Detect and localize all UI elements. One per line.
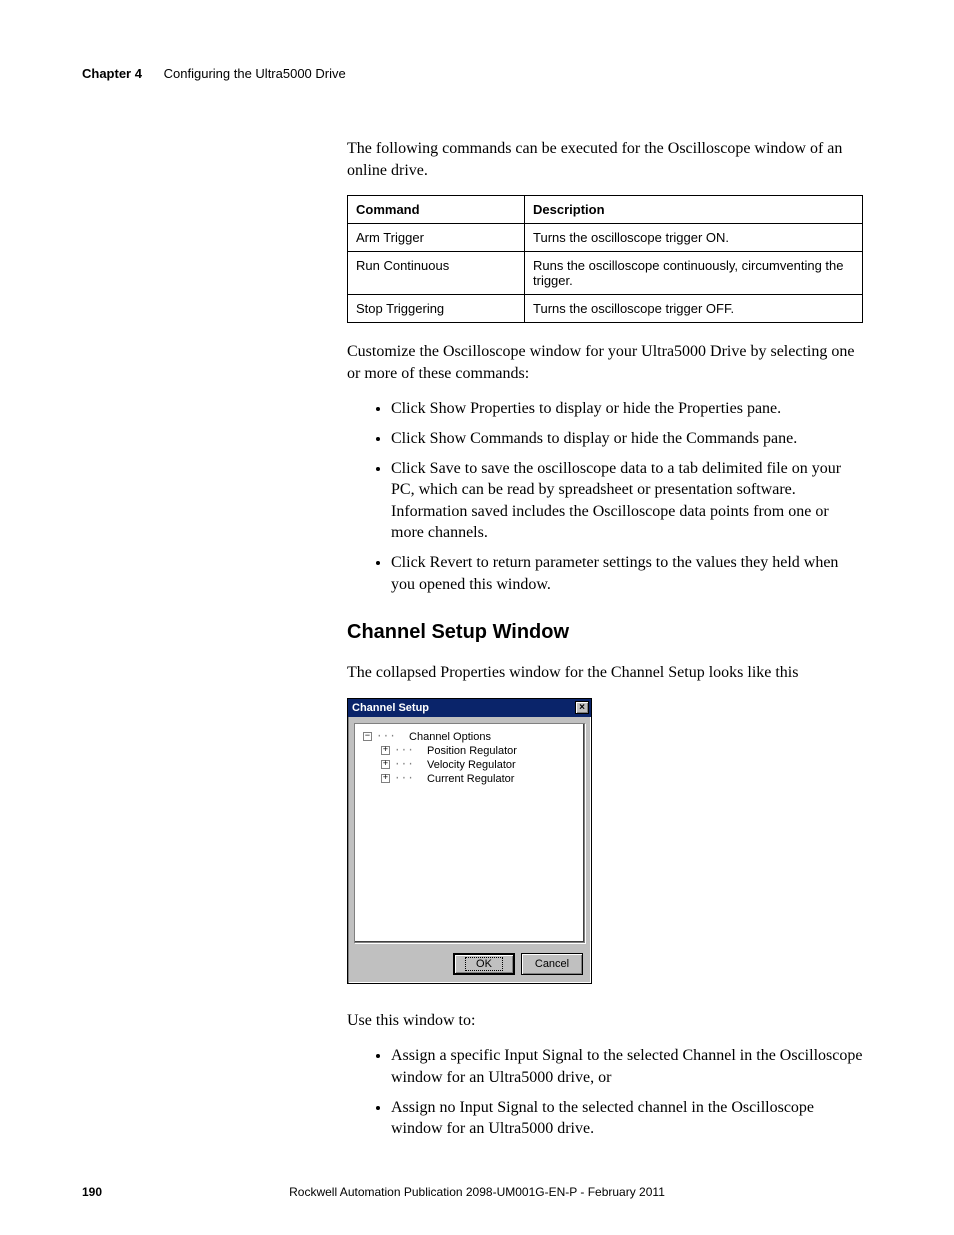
channel-setup-dialog: Channel Setup × − ··· Channel Options + … (347, 698, 592, 984)
cancel-button-label: Cancel (535, 958, 569, 970)
customize-list: Click Show Properties to display or hide… (347, 398, 863, 595)
plus-icon[interactable]: + (381, 746, 390, 755)
list-item: Assign no Input Signal to the selected c… (391, 1097, 863, 1140)
use-list: Assign a specific Input Signal to the se… (347, 1045, 863, 1139)
list-item: Assign a specific Input Signal to the se… (391, 1045, 863, 1088)
list-item: Click Show Properties to display or hide… (391, 398, 863, 420)
list-item: Click Show Commands to display or hide t… (391, 428, 863, 450)
list-item: Click Revert to return parameter setting… (391, 552, 863, 595)
cmd-cell: Stop Triggering (348, 295, 525, 323)
customize-paragraph: Customize the Oscilloscope window for yo… (347, 341, 863, 384)
minus-icon[interactable]: − (363, 732, 372, 741)
dialog-titlebar[interactable]: Channel Setup × (348, 699, 591, 717)
dialog-button-row: OK Cancel (348, 949, 591, 983)
cmd-cell: Arm Trigger (348, 224, 525, 252)
page: Chapter 4 Configuring the Ultra5000 Driv… (0, 0, 954, 1235)
section-heading: Channel Setup Window (347, 621, 863, 644)
running-header: Chapter 4 Configuring the Ultra5000 Driv… (82, 66, 346, 81)
tree-label: Current Regulator (427, 773, 514, 785)
section-intro: The collapsed Properties window for the … (347, 662, 863, 684)
desc-cell: Turns the oscilloscope trigger OFF. (525, 295, 863, 323)
command-table: Command Description Arm Trigger Turns th… (347, 195, 863, 323)
table-row: Stop Triggering Turns the oscilloscope t… (348, 295, 863, 323)
intro-paragraph: The following commands can be executed f… (347, 138, 863, 181)
table-header-description: Description (525, 196, 863, 224)
ok-button[interactable]: OK (453, 953, 515, 975)
main-content: The following commands can be executed f… (347, 138, 863, 1162)
chapter-label: Chapter 4 (82, 66, 142, 81)
tree-child[interactable]: + ··· Current Regulator (359, 772, 580, 786)
dialog-body: − ··· Channel Options + ··· Position Reg… (354, 723, 585, 943)
chapter-title: Configuring the Ultra5000 Drive (164, 66, 346, 81)
dialog-title: Channel Setup (352, 702, 429, 714)
publication-info: Rockwell Automation Publication 2098-UM0… (0, 1185, 954, 1199)
tree-label: Position Regulator (427, 745, 517, 757)
plus-icon[interactable]: + (381, 774, 390, 783)
list-item: Click Save to save the oscilloscope data… (391, 458, 863, 544)
cancel-button[interactable]: Cancel (521, 953, 583, 975)
cmd-cell: Run Continuous (348, 252, 525, 295)
tree-root[interactable]: − ··· Channel Options (359, 730, 580, 744)
table-header-row: Command Description (348, 196, 863, 224)
use-paragraph: Use this window to: (347, 1010, 863, 1032)
tree-label: Velocity Regulator (427, 759, 516, 771)
table-header-command: Command (348, 196, 525, 224)
tree-child[interactable]: + ··· Velocity Regulator (359, 758, 580, 772)
tree-child[interactable]: + ··· Position Regulator (359, 744, 580, 758)
desc-cell: Runs the oscilloscope continuously, circ… (525, 252, 863, 295)
ok-button-label: OK (465, 957, 503, 971)
tree-label: Channel Options (409, 731, 491, 743)
desc-cell: Turns the oscilloscope trigger ON. (525, 224, 863, 252)
table-row: Arm Trigger Turns the oscilloscope trigg… (348, 224, 863, 252)
close-icon[interactable]: × (575, 701, 589, 714)
plus-icon[interactable]: + (381, 760, 390, 769)
table-row: Run Continuous Runs the oscilloscope con… (348, 252, 863, 295)
